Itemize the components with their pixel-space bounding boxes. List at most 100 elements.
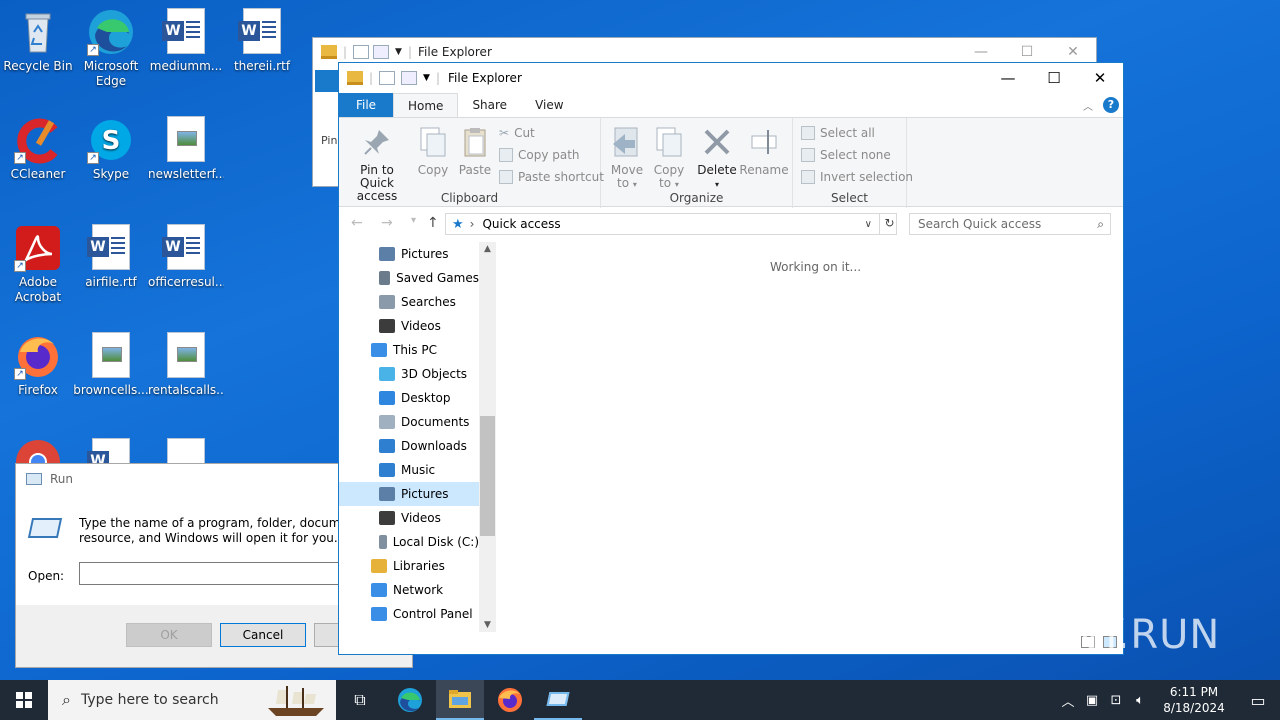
tab-share[interactable]: Share [458, 93, 521, 117]
icon-label: CCleaner [10, 167, 66, 181]
taskbar-run[interactable] [534, 680, 582, 720]
scroll-thumb[interactable] [480, 416, 495, 536]
task-view-button[interactable]: ⧉ [336, 680, 384, 720]
properties-icon[interactable] [379, 71, 396, 85]
network-icon[interactable]: ▣ [1080, 693, 1104, 708]
ribbon: Pin to Quick access Copy Paste ✂ Cut Cop… [339, 117, 1123, 208]
taskbar-file-explorer[interactable] [436, 680, 484, 720]
nav-item-label: Videos [401, 319, 441, 333]
copy-to-button[interactable]: Copy to ▾ [649, 122, 689, 191]
desktop-icon-airfile[interactable]: W airfile.rtf [73, 224, 149, 290]
desktop-icon-edge[interactable]: ↗ Microsoft Edge [73, 8, 149, 89]
searches-icon [379, 295, 395, 309]
close-button[interactable]: ✕ [1077, 63, 1123, 93]
cancel-button[interactable]: Cancel [220, 623, 306, 647]
windows-logo-icon [16, 692, 32, 708]
new-folder-icon[interactable] [401, 71, 418, 85]
collapse-ribbon-icon[interactable]: ︿ [1083, 98, 1093, 113]
tab-view[interactable]: View [521, 93, 577, 117]
delete-button[interactable]: Delete ▾ [695, 122, 739, 191]
nav-item[interactable]: Pictures [339, 242, 479, 266]
move-to-button[interactable]: Move to ▾ [605, 122, 649, 191]
paste-button[interactable]: Paste [455, 122, 495, 177]
file-explorer-window[interactable]: | ▼ | File Explorer — ☐ ✕ File Home Shar… [338, 62, 1124, 655]
ccleaner-icon: ↗ [14, 116, 62, 164]
desktop-icon-ccleaner[interactable]: ↗ CCleaner [0, 116, 76, 182]
nav-item[interactable]: Network [339, 578, 479, 602]
nav-item[interactable]: Documents [339, 410, 479, 434]
connection-icon[interactable]: ⊡ [1104, 693, 1128, 708]
taskbar-edge[interactable] [386, 680, 434, 720]
invert-selection-button[interactable]: Invert selection [801, 170, 913, 184]
nav-scrollbar[interactable]: ▲ ▼ [479, 242, 496, 632]
search-input[interactable]: Search Quick access ⌕ [909, 213, 1111, 235]
nav-item[interactable]: Videos [339, 506, 479, 530]
nav-item[interactable]: 3D Objects [339, 362, 479, 386]
back-arrow-icon[interactable]: ← [351, 215, 363, 231]
minimize-button[interactable]: — [985, 63, 1031, 93]
nav-item[interactable]: Libraries [339, 554, 479, 578]
pin-icon [361, 126, 393, 158]
refresh-icon[interactable]: ↻ [879, 213, 899, 235]
nav-item-label: This PC [393, 343, 437, 357]
scroll-up-icon[interactable]: ▲ [479, 244, 496, 254]
address-box[interactable]: ★ › Quick access ∨ [445, 213, 897, 235]
select-none-button[interactable]: Select none [801, 148, 891, 162]
desktop-icon-adobe-acrobat[interactable]: ↗ Adobe Acrobat [0, 224, 76, 305]
nav-item[interactable]: This PC [339, 338, 479, 362]
recent-locations-chevron-icon[interactable]: ▾ [411, 215, 416, 226]
address-dropdown-icon[interactable]: ∨ [865, 219, 872, 230]
desktop-icon-mediumm[interactable]: W mediumm... [148, 8, 224, 74]
taskbar-search-box[interactable]: ⌕ Type here to search [48, 680, 336, 720]
show-hidden-icons-chevron-icon[interactable]: ︿ [1056, 691, 1080, 710]
nav-item[interactable]: Downloads [339, 434, 479, 458]
edge-icon [398, 688, 422, 712]
desktop-icon-firefox[interactable]: ↗ Firefox [0, 332, 76, 398]
copy-path-button[interactable]: Copy path [499, 148, 580, 162]
nav-item[interactable]: Videos [339, 314, 479, 338]
navigation-list: Pictures Saved Games Searches Videos This PC… [339, 242, 497, 626]
nav-item[interactable]: Desktop [339, 386, 479, 410]
paste-shortcut-button[interactable]: Paste shortcut [499, 170, 604, 184]
search-icon: ⌕ [62, 690, 71, 709]
nav-item[interactable]: Searches [339, 290, 479, 314]
cut-button[interactable]: ✂ Cut [499, 126, 535, 140]
nav-item[interactable]: Music [339, 458, 479, 482]
start-button[interactable] [0, 680, 48, 720]
nav-item[interactable]: Pictures [339, 482, 479, 506]
nav-item[interactable]: Control Panel [339, 602, 479, 626]
desktop-icon-officerresul[interactable]: W officerresul... [148, 224, 224, 290]
scroll-down-icon[interactable]: ▼ [479, 620, 496, 630]
desktop-icon-browncells[interactable]: browncells... [73, 332, 149, 398]
icon-label: Microsoft Edge [83, 59, 139, 88]
clock[interactable]: 6:11 PM 8/18/2024 [1152, 684, 1236, 716]
ok-button[interactable]: OK [126, 623, 212, 647]
forward-arrow-icon[interactable]: → [381, 215, 393, 231]
clipboard-group-label: Clipboard [440, 191, 499, 205]
volume-icon[interactable]: 🔈︎ [1128, 693, 1152, 708]
content-area[interactable]: Working on it... [497, 242, 1123, 654]
maximize-button[interactable]: ☐ [1031, 63, 1077, 93]
icon-label: Recycle Bin [3, 59, 73, 73]
customize-dropdown-icon[interactable]: ▼ [423, 73, 430, 83]
pictures-icon [379, 487, 395, 501]
breadcrumb-quick-access[interactable]: Quick access [482, 217, 560, 231]
desktop-icon-newsletter[interactable]: newsletterf... [148, 116, 224, 182]
copy-button[interactable]: Copy [413, 122, 453, 177]
icon-label: Adobe Acrobat [14, 275, 62, 304]
nav-item[interactable]: Saved Games [339, 266, 479, 290]
taskbar-firefox[interactable] [486, 680, 534, 720]
desktop-icon-recycle-bin[interactable]: Recycle Bin [0, 8, 76, 74]
help-icon[interactable]: ? [1103, 97, 1119, 113]
up-arrow-icon[interactable]: ↑ [427, 215, 439, 231]
move-to-icon [611, 126, 643, 158]
tab-file[interactable]: File [339, 93, 393, 117]
select-all-button[interactable]: Select all [801, 126, 875, 140]
rename-button[interactable]: Rename [739, 122, 789, 177]
desktop-icon-thereii[interactable]: W thereii.rtf [224, 8, 300, 74]
desktop-icon-skype[interactable]: S ↗ Skype [73, 116, 149, 182]
nav-item[interactable]: Local Disk (C:) [339, 530, 479, 554]
desktop-icon-rentalscalls[interactable]: rentalscalls... [148, 332, 224, 398]
tab-home[interactable]: Home [393, 93, 459, 117]
notification-center-icon[interactable]: ▭ [1236, 691, 1280, 710]
